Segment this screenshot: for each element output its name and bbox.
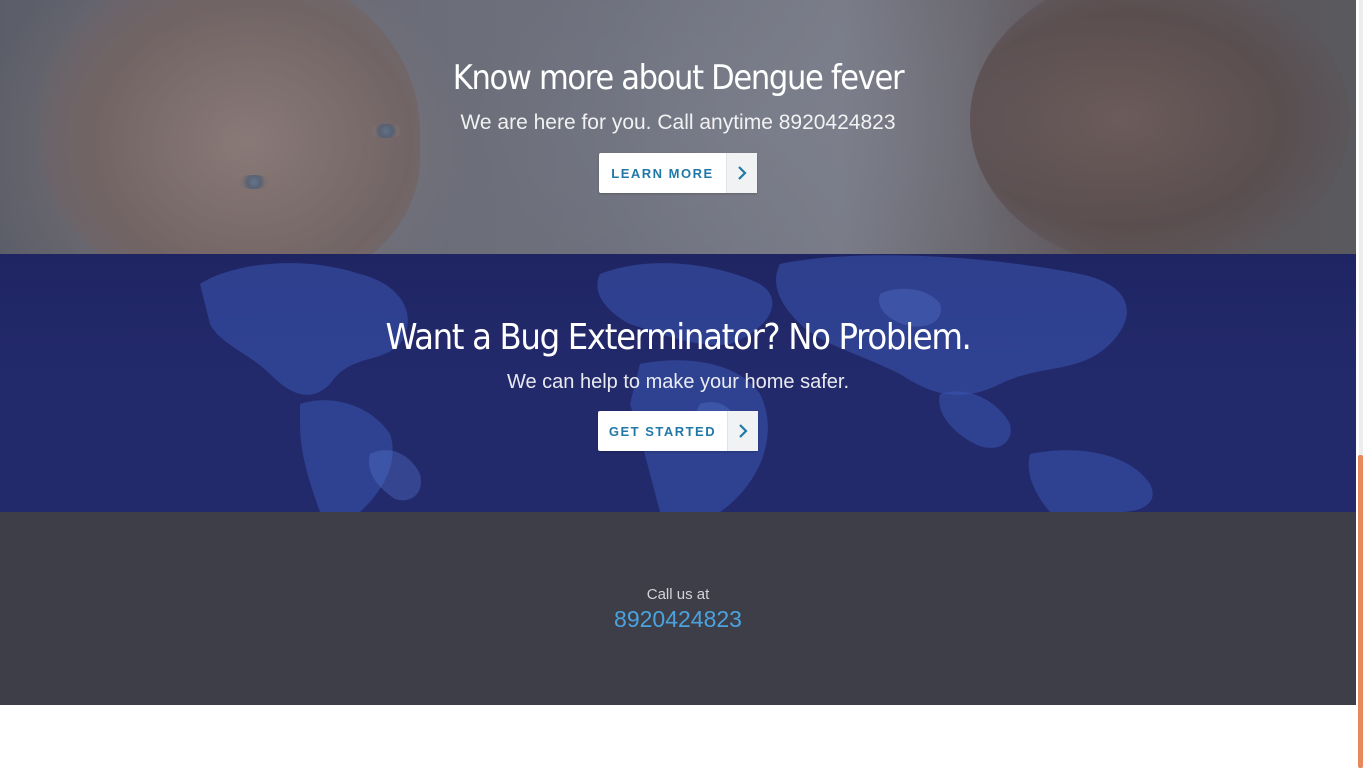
get-started-label: GET STARTED <box>608 423 717 439</box>
call-us-footer: Call us at 8920424823 <box>0 512 1356 705</box>
scrollbar-thumb[interactable] <box>1358 455 1363 768</box>
dengue-hero-subtitle: We are here for you. Call anytime 892042… <box>460 111 896 134</box>
page: Know more about Dengue fever We are here… <box>0 0 1366 768</box>
exterminator-hero-subtitle: We can help to make your home safer. <box>506 371 850 393</box>
dengue-hero-section: Know more about Dengue fever We are here… <box>0 0 1356 254</box>
footer-phone-link[interactable]: 8920424823 <box>0 604 1356 634</box>
learn-more-button[interactable]: LEARN MORE <box>599 153 757 193</box>
page-scrollbar[interactable] <box>1356 0 1366 768</box>
page-content: Know more about Dengue fever We are here… <box>0 0 1356 768</box>
chevron-right-icon <box>726 153 757 193</box>
exterminator-hero-title: Want a Bug Exterminator? No Problem. <box>385 317 971 358</box>
get-started-button[interactable]: GET STARTED <box>598 411 758 451</box>
call-us-label: Call us at <box>646 586 710 603</box>
chevron-right-icon <box>727 411 758 451</box>
learn-more-label: LEARN MORE <box>611 165 714 181</box>
exterminator-hero-section: Want a Bug Exterminator? No Problem. We … <box>0 254 1356 512</box>
dengue-hero-content: Know more about Dengue fever We are here… <box>0 0 1356 254</box>
exterminator-hero-content: Want a Bug Exterminator? No Problem. We … <box>0 254 1356 512</box>
dengue-hero-title: Know more about Dengue fever <box>452 58 905 98</box>
